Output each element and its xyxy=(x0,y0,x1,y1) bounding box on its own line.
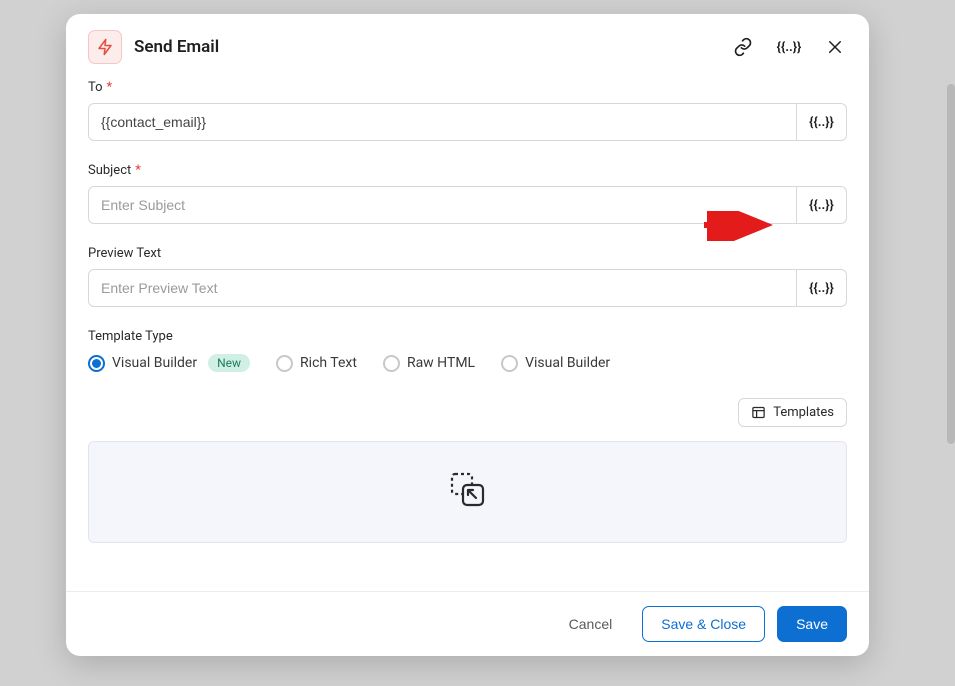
cancel-button[interactable]: Cancel xyxy=(551,607,631,641)
radio-label: Visual Builder xyxy=(112,355,197,371)
required-asterisk: * xyxy=(135,163,141,178)
merge-tags-icon[interactable]: {{..}} xyxy=(777,35,801,59)
label-subject-text: Subject xyxy=(88,163,131,178)
merge-tags-button-preview[interactable]: {{..}} xyxy=(797,269,847,307)
radio-label: Visual Builder xyxy=(525,355,610,371)
field-to: To * {{..}} xyxy=(88,80,847,141)
modal-body: To * {{..}} Subject * {{..}} xyxy=(66,74,869,543)
required-asterisk: * xyxy=(107,80,113,95)
lightning-icon xyxy=(88,30,122,64)
label-template-type: Template Type xyxy=(88,329,847,344)
drop-zone-icon xyxy=(448,470,488,514)
label-preview-text: Preview Text xyxy=(88,246,161,261)
field-preview: Preview Text {{..}} xyxy=(88,246,847,307)
save-close-button[interactable]: Save & Close xyxy=(642,606,765,642)
link-icon[interactable] xyxy=(731,35,755,59)
save-button[interactable]: Save xyxy=(777,606,847,642)
modal-title: Send Email xyxy=(134,37,719,57)
template-type-options: Visual Builder New Rich Text Raw HTML Vi… xyxy=(88,354,847,372)
label-to-text: To xyxy=(88,80,103,95)
radio-visual-builder-new[interactable]: Visual Builder New xyxy=(88,354,250,372)
radio-visual-builder[interactable]: Visual Builder xyxy=(501,355,610,372)
header-actions: {{..}} xyxy=(731,35,847,59)
modal-scroll-area: To * {{..}} Subject * {{..}} xyxy=(66,74,869,591)
radio-rich-text[interactable]: Rich Text xyxy=(276,355,357,372)
label-subject: Subject * xyxy=(88,163,847,178)
new-badge: New xyxy=(208,354,250,372)
merge-tags-button-to[interactable]: {{..}} xyxy=(797,103,847,141)
scrollbar[interactable] xyxy=(947,84,955,444)
modal-footer: Cancel Save & Close Save xyxy=(66,591,869,656)
send-email-modal: Send Email {{..}} To * {{..}} xyxy=(66,14,869,656)
subject-input[interactable] xyxy=(88,186,797,224)
radio-label: Raw HTML xyxy=(407,355,475,371)
label-preview: Preview Text xyxy=(88,246,847,261)
field-template-type: Template Type Visual Builder New Rich Te… xyxy=(88,329,847,372)
radio-label: Rich Text xyxy=(300,355,357,371)
label-to: To * xyxy=(88,80,847,95)
templates-button-label: Templates xyxy=(773,405,834,420)
templates-row: Templates xyxy=(88,398,847,427)
merge-tags-button-subject[interactable]: {{..}} xyxy=(797,186,847,224)
modal-header: Send Email {{..}} xyxy=(66,14,869,74)
templates-button[interactable]: Templates xyxy=(738,398,847,427)
radio-icon xyxy=(276,355,293,372)
field-subject: Subject * {{..}} xyxy=(88,163,847,224)
close-icon[interactable] xyxy=(823,35,847,59)
radio-icon xyxy=(383,355,400,372)
preview-input[interactable] xyxy=(88,269,797,307)
to-input[interactable] xyxy=(88,103,797,141)
radio-icon xyxy=(88,355,105,372)
editor-canvas[interactable] xyxy=(88,441,847,543)
radio-icon xyxy=(501,355,518,372)
radio-raw-html[interactable]: Raw HTML xyxy=(383,355,475,372)
